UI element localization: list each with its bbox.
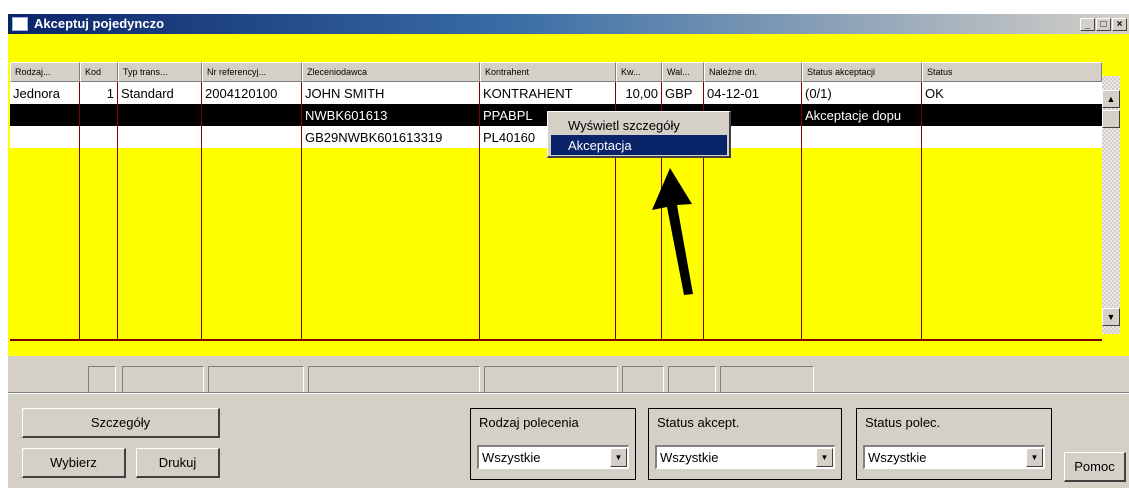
scroll-up-button[interactable]: ▲ — [1102, 90, 1120, 108]
select-button[interactable]: Wybierz — [22, 448, 126, 478]
summary-box — [208, 366, 304, 394]
column-divider — [117, 148, 118, 339]
cell-zleceniodawca: JOHN SMITH — [302, 82, 480, 104]
cell-typ: Standard — [118, 82, 202, 104]
cell-rodzaj: Jednora — [10, 82, 80, 104]
print-button-label: Drukuj — [158, 455, 197, 470]
order-type-select[interactable]: Wszystkie ▼ — [477, 445, 629, 469]
cell-nr-ref — [202, 126, 302, 148]
column-divider — [201, 148, 202, 339]
table-row[interactable]: Jednora 1 Standard 2004120100 JOHN SMITH… — [10, 82, 1102, 104]
column-header-waluta[interactable]: Wal... — [662, 62, 704, 82]
window-title: Akceptuj pojedynczo — [34, 16, 165, 31]
cell-status-akceptacji: (0/1) — [802, 82, 922, 104]
summary-box — [88, 366, 116, 394]
column-header-status-akceptacji[interactable]: Status akceptacji — [802, 62, 922, 82]
order-status-value: Wszystkie — [868, 450, 927, 465]
cell-nr-ref: 2004120100 — [202, 82, 302, 104]
filter-accept-status-label: Status akcept. — [657, 415, 740, 430]
cell-rodzaj — [10, 126, 80, 148]
details-button-label: Szczegóły — [90, 415, 151, 430]
transactions-grid: Rodzaj... Kod Typ trans... Nr referencyj… — [10, 62, 1102, 342]
grid-bottom-line — [10, 339, 1102, 341]
accept-status-select[interactable]: Wszystkie ▼ — [655, 445, 835, 469]
column-header-typ[interactable]: Typ trans... — [118, 62, 202, 82]
chevron-down-icon[interactable]: ▼ — [610, 448, 627, 467]
select-button-label: Wybierz — [50, 455, 97, 470]
menu-item-show-details[interactable]: Wyświetl szczegóły — [551, 115, 727, 135]
column-header-nr-ref[interactable]: Nr referencyj... — [202, 62, 302, 82]
filter-order-type: Rodzaj polecenia Wszystkie ▼ — [470, 408, 636, 480]
column-header-rodzaj[interactable]: Rodzaj... — [10, 62, 80, 82]
column-divider — [615, 148, 616, 339]
cell-kod: 1 — [80, 82, 118, 104]
column-divider — [301, 148, 302, 339]
maximize-button[interactable]: □ — [1096, 18, 1111, 31]
cell-nr-ref — [202, 104, 302, 126]
window-icon — [12, 17, 28, 31]
filter-order-type-label: Rodzaj polecenia — [479, 415, 579, 430]
close-button[interactable]: × — [1112, 18, 1127, 31]
cell-status: OK — [925, 86, 944, 101]
cell-kontrahent: KONTRAHENT — [480, 82, 616, 104]
cell-zleceniodawca: NWBK601613 — [302, 104, 480, 126]
help-button-label: Pomoc — [1074, 459, 1115, 474]
summary-box — [484, 366, 618, 394]
cell-status — [922, 104, 1102, 126]
summary-box — [622, 366, 664, 394]
print-button[interactable]: Drukuj — [136, 448, 220, 478]
filter-order-status-label: Status polec. — [865, 415, 941, 430]
summary-box — [122, 366, 204, 394]
column-divider — [921, 148, 922, 339]
order-type-value: Wszystkie — [482, 450, 541, 465]
filter-order-status: Status polec. Wszystkie ▼ — [856, 408, 1052, 480]
cell-status-akceptacji — [802, 126, 922, 148]
filter-accept-status: Status akcept. Wszystkie ▼ — [648, 408, 842, 480]
cell-waluta: GBP — [662, 82, 704, 104]
cell-kod — [80, 104, 118, 126]
column-header-kod[interactable]: Kod — [80, 62, 118, 82]
column-header-kwota[interactable]: Kw... — [616, 62, 662, 82]
cell-zleceniodawca: GB29NWBK601613319 — [302, 126, 480, 148]
cell-status-akceptacji: Akceptacje dopu — [802, 104, 922, 126]
help-button[interactable]: Pomoc — [1064, 452, 1126, 482]
details-button[interactable]: Szczegóły — [22, 408, 220, 438]
cell-typ — [118, 126, 202, 148]
column-header-nalezne[interactable]: Należne dn. — [704, 62, 802, 82]
column-header-status[interactable]: Status — [922, 62, 1102, 82]
accept-status-value: Wszystkie — [660, 450, 719, 465]
cell-status — [922, 126, 1102, 148]
summary-box — [308, 366, 480, 394]
cell-rodzaj — [10, 104, 80, 126]
vertical-scrollbar[interactable]: ▲ ▼ — [1102, 76, 1120, 334]
cell-kod — [80, 126, 118, 148]
grid-header: Rodzaj... Kod Typ trans... Nr referencyj… — [10, 62, 1102, 82]
scroll-down-button[interactable]: ▼ — [1102, 308, 1120, 326]
order-status-select[interactable]: Wszystkie ▼ — [863, 445, 1045, 469]
title-bar[interactable]: Akceptuj pojedynczo _ □ × — [8, 14, 1129, 34]
scroll-thumb[interactable] — [1102, 110, 1120, 128]
column-divider — [801, 148, 802, 339]
cell-nalezne: 04-12-01 — [704, 82, 802, 104]
chevron-down-icon[interactable]: ▼ — [1026, 448, 1043, 467]
column-header-kontrahent[interactable]: Kontrahent — [480, 62, 616, 82]
separator — [8, 392, 1129, 394]
summary-box — [720, 366, 814, 394]
summary-box — [668, 366, 716, 394]
column-divider — [479, 148, 480, 339]
chevron-down-icon[interactable]: ▼ — [816, 448, 833, 467]
annotation-arrow — [652, 168, 693, 295]
cell-kwota: 10,00 — [616, 82, 662, 104]
column-header-zleceniodawca[interactable]: Zleceniodawca — [302, 62, 480, 82]
column-divider — [79, 148, 80, 339]
minimize-button[interactable]: _ — [1080, 18, 1095, 31]
cell-typ — [118, 104, 202, 126]
